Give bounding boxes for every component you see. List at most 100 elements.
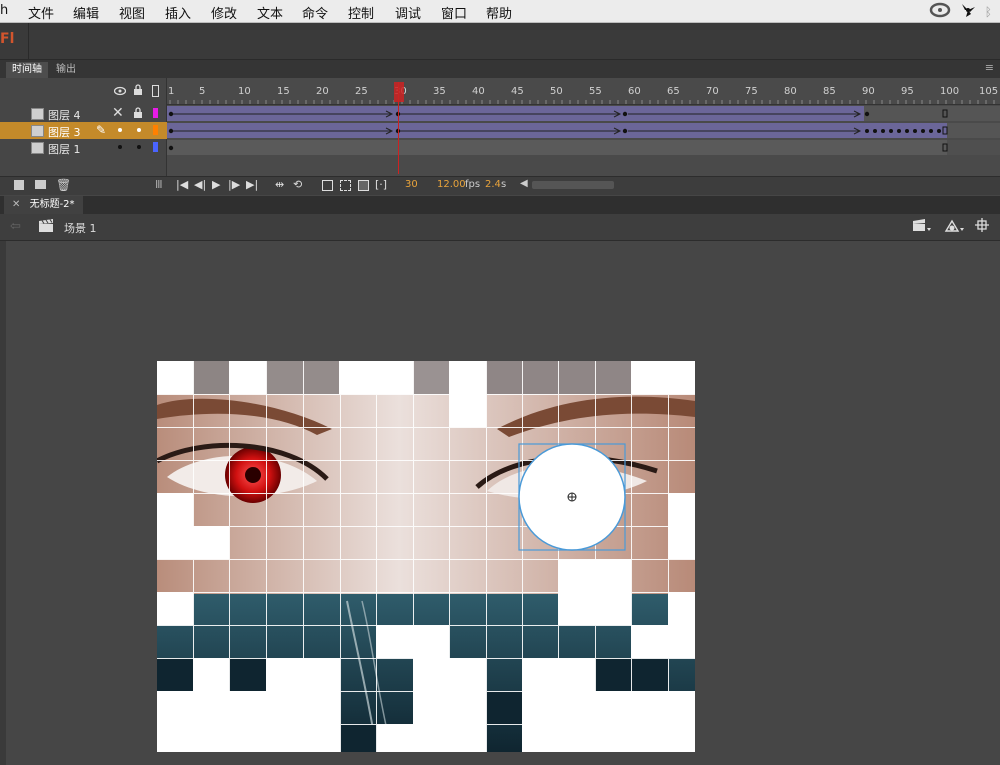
- menu-control[interactable]: 控制: [348, 3, 374, 22]
- app-bar: Fl: [0, 23, 1000, 60]
- edit-multiple-frames-icon[interactable]: [358, 180, 369, 191]
- outline-icon[interactable]: [152, 85, 159, 97]
- ruler-label: 95: [901, 86, 914, 97]
- ruler-label: 1: [168, 86, 175, 97]
- stage-canvas[interactable]: [157, 361, 695, 752]
- play-icon[interactable]: ▶: [212, 178, 220, 191]
- fps-unit: fps: [465, 179, 481, 190]
- edit-scene-icon[interactable]: [912, 219, 932, 236]
- layer-row-3[interactable]: 图层 3 ✎: [0, 122, 167, 139]
- timeline-panel: 1 5 10 15 20 25 30 35 40 45 50 55 60 65 …: [0, 78, 1000, 195]
- ruler-label: 100: [940, 86, 960, 97]
- creative-cloud-icon[interactable]: [929, 2, 951, 21]
- layer-color-swatch[interactable]: [153, 125, 158, 135]
- menu-insert[interactable]: 插入: [165, 3, 191, 22]
- layer-name[interactable]: 图层 1: [48, 141, 81, 157]
- fan-icon[interactable]: [959, 2, 977, 21]
- onion-markers-icon[interactable]: [·]: [375, 178, 387, 191]
- loop-icon[interactable]: ⟲: [293, 178, 302, 191]
- menu-text[interactable]: 文本: [257, 3, 283, 22]
- layer-icon: [31, 142, 44, 154]
- ruler-label: 70: [706, 86, 719, 97]
- ruler-label: 75: [745, 86, 758, 97]
- ruler-label: 20: [316, 86, 329, 97]
- lock-icon[interactable]: [133, 84, 143, 99]
- time-unit: s: [501, 179, 507, 190]
- tab-timeline[interactable]: 时间轴: [6, 62, 48, 78]
- panel-tabs: 时间轴 输出 ≡: [0, 60, 1000, 78]
- menu-modify[interactable]: 修改: [211, 3, 237, 22]
- layer-color-swatch[interactable]: [153, 108, 158, 118]
- current-frame[interactable]: 30: [405, 179, 418, 190]
- step-back-icon[interactable]: ◀|: [194, 178, 206, 191]
- menu-debug[interactable]: 调试: [395, 3, 421, 22]
- edit-symbols-icon[interactable]: [944, 219, 966, 236]
- tab-output[interactable]: 输出: [50, 62, 82, 78]
- eye-icon[interactable]: [113, 85, 127, 99]
- close-icon[interactable]: ✕: [12, 199, 20, 210]
- ruler-label: 105: [979, 86, 999, 97]
- go-last-icon[interactable]: ▶|: [246, 178, 258, 191]
- app-logo: Fl: [0, 31, 15, 47]
- new-folder-icon[interactable]: [35, 180, 46, 189]
- step-forward-icon[interactable]: |▶: [228, 178, 240, 191]
- layer-name[interactable]: 图层 4: [48, 107, 81, 123]
- menu-view[interactable]: 视图: [119, 3, 145, 22]
- go-first-icon[interactable]: |◀: [176, 178, 188, 191]
- onion-outline-icon[interactable]: [340, 180, 351, 191]
- lock-dot[interactable]: [137, 145, 141, 149]
- ruler-label: 10: [238, 86, 251, 97]
- ruler-label: 40: [472, 86, 485, 97]
- center-frame-icon[interactable]: ⇹: [275, 178, 284, 191]
- ruler-label: 60: [628, 86, 641, 97]
- lock-icon[interactable]: [133, 107, 143, 122]
- ruler-label: 85: [823, 86, 836, 97]
- layer-frames[interactable]: [167, 139, 1000, 156]
- ruler-label: 15: [277, 86, 290, 97]
- menu-help[interactable]: 帮助: [486, 3, 512, 22]
- menu-file[interactable]: 文件: [28, 3, 54, 22]
- delete-icon[interactable]: 🗑: [56, 178, 71, 192]
- layer-icon: [31, 108, 44, 120]
- layer-frames[interactable]: [167, 122, 1000, 139]
- scene-name[interactable]: 场景 1: [64, 220, 97, 236]
- layer-row-1[interactable]: 图层 1: [0, 139, 1000, 156]
- timeline-footer: 🗑 Ⅲ |◀ ◀| ▶ |▶ ▶| ⇹ ⟲ [·] 30 12.00 fps 2…: [0, 176, 1000, 195]
- ruler-label: 25: [355, 86, 368, 97]
- edit-bar: ⇦ 场景 1: [0, 214, 1000, 241]
- frame-view-icon[interactable]: Ⅲ: [155, 178, 163, 191]
- hidden-x-icon[interactable]: ✕: [112, 105, 124, 121]
- onion-skin-icon[interactable]: [322, 180, 333, 191]
- visible-dot[interactable]: [118, 145, 122, 149]
- layer-frames[interactable]: [167, 105, 1000, 122]
- menu-window[interactable]: 窗口: [441, 3, 467, 22]
- pencil-icon: ✎: [96, 123, 107, 137]
- layer-row-4[interactable]: 图层 4 ✕: [0, 105, 1000, 122]
- back-arrow-icon[interactable]: ⇦: [10, 219, 21, 234]
- fps-value[interactable]: 12.00: [437, 179, 466, 190]
- scroll-left-icon[interactable]: ◀: [520, 178, 528, 189]
- playhead-handle[interactable]: [394, 82, 404, 102]
- center-stage-icon[interactable]: [975, 218, 989, 235]
- clapper-icon: [38, 219, 54, 236]
- document-tab[interactable]: ✕ 无标题-2*: [4, 196, 83, 214]
- panel-menu-icon[interactable]: ≡: [985, 61, 994, 74]
- layer-name[interactable]: 图层 3: [48, 124, 81, 140]
- horizontal-scrollbar[interactable]: [532, 181, 614, 189]
- ruler-label: 45: [511, 86, 524, 97]
- ruler-label: 5: [199, 86, 206, 97]
- frame-ruler[interactable]: 1 5 10 15 20 25 30 35 40 45 50 55 60 65 …: [167, 78, 1000, 105]
- app-menu[interactable]: h: [0, 3, 8, 18]
- layer-icon: [31, 125, 44, 137]
- layer-color-swatch[interactable]: [153, 142, 158, 152]
- bluetooth-icon[interactable]: ᛒ: [985, 5, 992, 19]
- ruler-label: 35: [433, 86, 446, 97]
- new-layer-icon[interactable]: [14, 180, 24, 190]
- menu-edit[interactable]: 编辑: [73, 3, 99, 22]
- menu-bar: h 文件 编辑 视图 插入 修改 文本 命令 控制 调试 窗口 帮助 ᛒ: [0, 0, 1000, 23]
- playhead-line[interactable]: [398, 82, 399, 174]
- lock-dot[interactable]: [137, 128, 141, 132]
- menu-commands[interactable]: 命令: [302, 3, 328, 22]
- time-value[interactable]: 2.4: [485, 179, 501, 190]
- visible-dot[interactable]: [118, 128, 122, 132]
